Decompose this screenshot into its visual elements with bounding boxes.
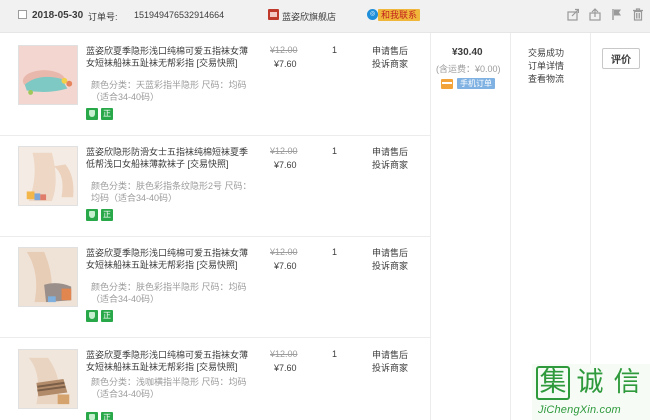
complain-seller-link[interactable]: 投诉商家	[372, 260, 408, 273]
product-spec: 颜色分类：浅咖横指半隐形 尺码：均码（适合34-40码）	[91, 377, 247, 399]
service-tags: 正	[86, 310, 113, 322]
quantity: 1	[332, 247, 338, 257]
order-item: 蓝姿欣隐形防滑女士五指袜纯棉短袜夏季低帮浅口女船袜薄款袜子 [交易快照] 颜色分…	[0, 137, 430, 235]
after-sale-links: 申请售后 投诉商家	[372, 349, 408, 375]
product-spec: 颜色分类：肤色彩指半隐形 尺码：均码（适合34-40码）	[91, 282, 247, 304]
share-icon[interactable]	[567, 8, 579, 21]
actual-price: ¥7.60	[274, 160, 297, 170]
order-details-link[interactable]: 订单详情	[528, 60, 564, 73]
after-sale-links: 申请售后 投诉商家	[372, 247, 408, 273]
payment-icons: 手机订单	[441, 78, 495, 89]
guarantee-icon[interactable]	[86, 108, 98, 120]
row-separator	[0, 337, 430, 338]
product-spec: 颜色分类：天蓝彩指半隐形 尺码：均码（适合34-40码）	[91, 80, 247, 102]
delete-icon[interactable]	[632, 8, 644, 21]
product-thumbnail[interactable]	[18, 247, 78, 307]
product-thumbnail[interactable]	[18, 45, 78, 105]
site-watermark: 集 诚 信 JiChengXin.com	[532, 364, 650, 420]
order-select-checkbox[interactable]	[18, 10, 27, 19]
watermark-char: 诚	[576, 367, 604, 398]
order-status: 交易成功 订单详情 查看物流	[528, 47, 564, 86]
credit-card-icon	[441, 78, 453, 89]
genuine-tag[interactable]: 正	[101, 209, 113, 221]
order-number: 151949476532914664	[134, 10, 225, 20]
product-thumbnail[interactable]	[18, 349, 78, 409]
product-title-link[interactable]: 蓝姿欣夏季隐形浅口纯棉可爱五指袜女薄女短袜船袜五趾袜无帮彩指 [交易快照]	[86, 349, 254, 373]
apply-after-sale-link[interactable]: 申请售后	[372, 45, 408, 58]
watermark-url: JiChengXin.com	[538, 404, 621, 416]
actual-price: ¥7.60	[274, 59, 297, 69]
quantity: 1	[332, 349, 338, 359]
apply-after-sale-link[interactable]: 申请售后	[372, 146, 408, 159]
watermark-logo: 集 诚 信	[536, 366, 644, 400]
product-title-link[interactable]: 蓝姿欣隐形防滑女士五指袜纯棉短袜夏季低帮浅口女船袜薄款袜子 [交易快照]	[86, 146, 254, 170]
original-price: ¥12.00	[270, 45, 298, 55]
apply-after-sale-link[interactable]: 申请售后	[372, 349, 408, 362]
complain-seller-link[interactable]: 投诉商家	[372, 362, 408, 375]
trade-success-label: 交易成功	[528, 48, 565, 58]
service-tags: 正	[86, 209, 113, 221]
flag-icon[interactable]	[611, 8, 623, 21]
order-header: 2018-05-30 订单号: 151949476532914664 蓝姿欣旗舰…	[0, 0, 650, 33]
row-separator	[0, 135, 430, 136]
column-divider	[590, 33, 591, 420]
product-title-link[interactable]: 蓝姿欣夏季隐形浅口纯棉可爱五指袜女薄女短袜船袜五趾袜无帮彩指 [交易快照]	[86, 247, 254, 271]
product-title-link[interactable]: 蓝姿欣夏季隐形浅口纯棉可爱五指袜女薄女短袜船袜五趾袜无帮彩指 [交易快照]	[86, 45, 254, 69]
view-logistics-link[interactable]: 查看物流	[528, 73, 564, 86]
watermark-char: 信	[613, 367, 641, 398]
order-date: 2018-05-30	[32, 10, 84, 21]
guarantee-icon[interactable]	[86, 209, 98, 221]
upload-icon[interactable]	[589, 8, 601, 21]
mobile-order-badge: 手机订单	[457, 78, 495, 89]
freight-note: (含运费：¥0.00)	[436, 64, 501, 74]
product-thumbnail[interactable]	[18, 146, 78, 206]
review-button[interactable]: 评价	[602, 48, 640, 69]
quantity: 1	[332, 146, 338, 156]
column-divider	[510, 33, 511, 420]
complain-seller-link[interactable]: 投诉商家	[372, 159, 408, 172]
after-sale-links: 申请售后 投诉商家	[372, 45, 408, 71]
actual-price: ¥7.60	[274, 363, 297, 373]
order-number-label: 订单号:	[88, 12, 118, 22]
product-spec: 颜色分类：肤色彩指条纹隐形2号 尺码：均码（适合34-40码）	[91, 181, 252, 203]
original-price: ¥12.00	[270, 146, 298, 156]
order-item: 蓝姿欣夏季隐形浅口纯棉可爱五指袜女薄女短袜船袜五趾袜无帮彩指 [交易快照] 颜色…	[0, 340, 430, 420]
shop-icon	[268, 9, 279, 20]
genuine-tag[interactable]: 正	[101, 310, 113, 322]
actual-price: ¥7.60	[274, 261, 297, 271]
genuine-tag[interactable]: 正	[101, 412, 113, 420]
column-divider	[430, 33, 431, 420]
order-total: ¥30.40	[452, 47, 483, 58]
row-separator	[0, 236, 430, 237]
original-price: ¥12.00	[270, 247, 298, 257]
apply-after-sale-link[interactable]: 申请售后	[372, 247, 408, 260]
service-tags: 正	[86, 412, 113, 420]
order-item: 蓝姿欣夏季隐形浅口纯棉可爱五指袜女薄女短袜船袜五趾袜无帮彩指 [交易快照] 颜色…	[0, 238, 430, 336]
genuine-tag[interactable]: 正	[101, 108, 113, 120]
guarantee-icon[interactable]	[86, 310, 98, 322]
watermark-char: 集	[536, 366, 570, 400]
original-price: ¥12.00	[270, 349, 298, 359]
order-item: 蓝姿欣夏季隐形浅口纯棉可爱五指袜女薄女短袜船袜五趾袜无帮彩指 [交易快照] 颜色…	[0, 36, 430, 134]
guarantee-icon[interactable]	[86, 412, 98, 420]
shop-name-link[interactable]: 蓝姿欣旗舰店	[282, 10, 338, 23]
complain-seller-link[interactable]: 投诉商家	[372, 58, 408, 71]
wangwang-icon[interactable]: ◎	[367, 9, 378, 20]
contact-seller-button[interactable]: 和我联系	[378, 9, 421, 21]
quantity: 1	[332, 45, 338, 55]
after-sale-links: 申请售后 投诉商家	[372, 146, 408, 172]
service-tags: 正	[86, 108, 113, 120]
